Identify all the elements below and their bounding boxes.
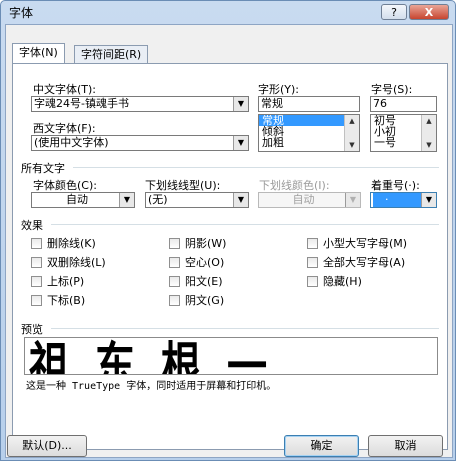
chevron-down-icon[interactable]: ▼ bbox=[233, 97, 248, 111]
checkbox-icon[interactable] bbox=[169, 294, 180, 306]
emphasis-mark-value: · bbox=[373, 193, 423, 207]
western-font-value: (使用中文字体) bbox=[34, 136, 109, 149]
superscript-checkbox[interactable]: 上标(P) bbox=[31, 273, 84, 289]
section-divider bbox=[51, 328, 439, 329]
engrave-label: 阴文(G) bbox=[185, 294, 225, 307]
chevron-down-icon[interactable]: ▼ bbox=[119, 193, 134, 207]
chevron-down-icon[interactable]: ▼ bbox=[233, 136, 248, 150]
tab-font[interactable]: 字体(N) bbox=[12, 43, 65, 63]
all-caps-label: 全部大写字母(A) bbox=[323, 256, 406, 269]
underline-color-label: 下划线颜色(I): bbox=[259, 179, 330, 192]
underline-color-select: 自动 ▼ bbox=[258, 192, 361, 208]
preview-section-label: 预览 bbox=[21, 323, 43, 336]
double-strikethrough-checkbox[interactable]: 双删除线(L) bbox=[31, 254, 106, 270]
effects-section-label: 效果 bbox=[21, 219, 43, 232]
underline-style-select[interactable]: (无) ▼ bbox=[145, 192, 249, 208]
scroll-up-icon[interactable]: ▲ bbox=[422, 115, 436, 127]
tab-character-spacing[interactable]: 字符间距(R) bbox=[74, 45, 149, 63]
emboss-label: 阳文(E) bbox=[185, 275, 223, 288]
small-caps-label: 小型大写字母(M) bbox=[323, 237, 408, 250]
checkbox-icon[interactable] bbox=[169, 256, 180, 268]
checkbox-icon[interactable] bbox=[307, 237, 318, 249]
scroll-down-icon[interactable]: ▼ bbox=[422, 139, 436, 151]
close-button[interactable]: X bbox=[409, 4, 449, 20]
outline-label: 空心(O) bbox=[185, 256, 225, 269]
cancel-button[interactable]: 取消 bbox=[368, 435, 443, 457]
style-label: 字形(Y): bbox=[258, 83, 300, 96]
scroll-up-icon[interactable]: ▲ bbox=[345, 115, 359, 127]
hidden-label: 隐藏(H) bbox=[323, 275, 362, 288]
style-input[interactable]: 常规 bbox=[258, 96, 360, 112]
size-label: 字号(S): bbox=[371, 83, 413, 96]
underline-color-value: 自动 bbox=[292, 193, 315, 206]
section-divider bbox=[73, 167, 439, 168]
subscript-checkbox[interactable]: 下标(B) bbox=[31, 292, 85, 308]
small-caps-checkbox[interactable]: 小型大写字母(M) bbox=[307, 235, 407, 251]
western-font-select[interactable]: (使用中文字体) ▼ bbox=[31, 135, 249, 151]
checkbox-icon[interactable] bbox=[31, 294, 42, 306]
section-divider bbox=[51, 224, 439, 225]
emphasis-mark-label: 着重号(·): bbox=[371, 179, 420, 192]
style-scrollbar[interactable]: ▲ ▼ bbox=[344, 115, 359, 151]
checkbox-icon[interactable] bbox=[169, 275, 180, 287]
font-color-value: 自动 bbox=[66, 193, 88, 206]
scroll-down-icon[interactable]: ▼ bbox=[345, 139, 359, 151]
double-strikethrough-label: 双删除线(L) bbox=[47, 256, 106, 269]
set-default-button[interactable]: 默认(D)... bbox=[7, 435, 87, 457]
size-listbox[interactable]: 初号 小初 一号 ▲ ▼ bbox=[370, 114, 437, 152]
help-button[interactable]: ? bbox=[381, 4, 407, 20]
ok-button[interactable]: 确定 bbox=[284, 435, 359, 457]
superscript-label: 上标(P) bbox=[47, 275, 85, 288]
emboss-checkbox[interactable]: 阳文(E) bbox=[169, 273, 223, 289]
chevron-down-icon[interactable]: ▼ bbox=[233, 193, 248, 207]
font-color-select[interactable]: 自动 ▼ bbox=[31, 192, 135, 208]
strikethrough-checkbox[interactable]: 删除线(K) bbox=[31, 235, 96, 251]
font-dialog: 字体 ? X 字体(N) 字符间距(R) 中文字体(T): 字魂24号-镇魂手书… bbox=[0, 0, 456, 461]
all-text-section-label: 所有文字 bbox=[21, 162, 65, 175]
title-bar[interactable]: 字体 ? X bbox=[1, 1, 455, 23]
chinese-font-label: 中文字体(T): bbox=[33, 83, 97, 96]
preview-sample-text: 祖东根一 bbox=[29, 337, 293, 375]
strikethrough-label: 删除线(K) bbox=[47, 237, 96, 250]
outline-checkbox[interactable]: 空心(O) bbox=[169, 254, 224, 270]
style-listbox[interactable]: 常规 倾斜 加粗 ▲ ▼ bbox=[258, 114, 360, 152]
all-caps-checkbox[interactable]: 全部大写字母(A) bbox=[307, 254, 405, 270]
size-value: 76 bbox=[373, 97, 387, 110]
checkbox-icon[interactable] bbox=[31, 237, 42, 249]
western-font-label: 西文字体(F): bbox=[33, 122, 96, 135]
checkbox-icon[interactable] bbox=[307, 256, 318, 268]
chinese-font-select[interactable]: 字魂24号-镇魂手书 ▼ bbox=[31, 96, 249, 112]
dialog-title: 字体 bbox=[9, 6, 34, 20]
checkbox-icon[interactable] bbox=[307, 275, 318, 287]
chevron-down-icon[interactable]: ▼ bbox=[421, 193, 436, 207]
chevron-down-icon: ▼ bbox=[345, 193, 360, 207]
checkbox-icon[interactable] bbox=[31, 275, 42, 287]
style-value: 常规 bbox=[261, 97, 283, 110]
shadow-checkbox[interactable]: 阴影(W) bbox=[169, 235, 226, 251]
checkbox-icon[interactable] bbox=[169, 237, 180, 249]
shadow-label: 阴影(W) bbox=[185, 237, 227, 250]
underline-style-value: (无) bbox=[148, 193, 168, 206]
subscript-label: 下标(B) bbox=[47, 294, 86, 307]
font-color-label: 字体颜色(C): bbox=[33, 179, 97, 192]
underline-style-label: 下划线线型(U): bbox=[145, 179, 221, 192]
engrave-checkbox[interactable]: 阴文(G) bbox=[169, 292, 224, 308]
chinese-font-value: 字魂24号-镇魂手书 bbox=[34, 97, 129, 110]
preview-box: 祖东根一 bbox=[24, 337, 438, 375]
preview-description: 这是一种 TrueType 字体，同时适用于屏幕和打印机。 bbox=[26, 381, 277, 392]
checkbox-icon[interactable] bbox=[31, 256, 42, 268]
emphasis-mark-select[interactable]: · ▼ bbox=[370, 192, 437, 208]
dialog-client-area: 字体(N) 字符间距(R) 中文字体(T): 字魂24号-镇魂手书 ▼ 西文字体… bbox=[5, 24, 453, 458]
size-input[interactable]: 76 bbox=[370, 96, 437, 112]
size-scrollbar[interactable]: ▲ ▼ bbox=[421, 115, 436, 151]
hidden-checkbox[interactable]: 隐藏(H) bbox=[307, 273, 362, 289]
